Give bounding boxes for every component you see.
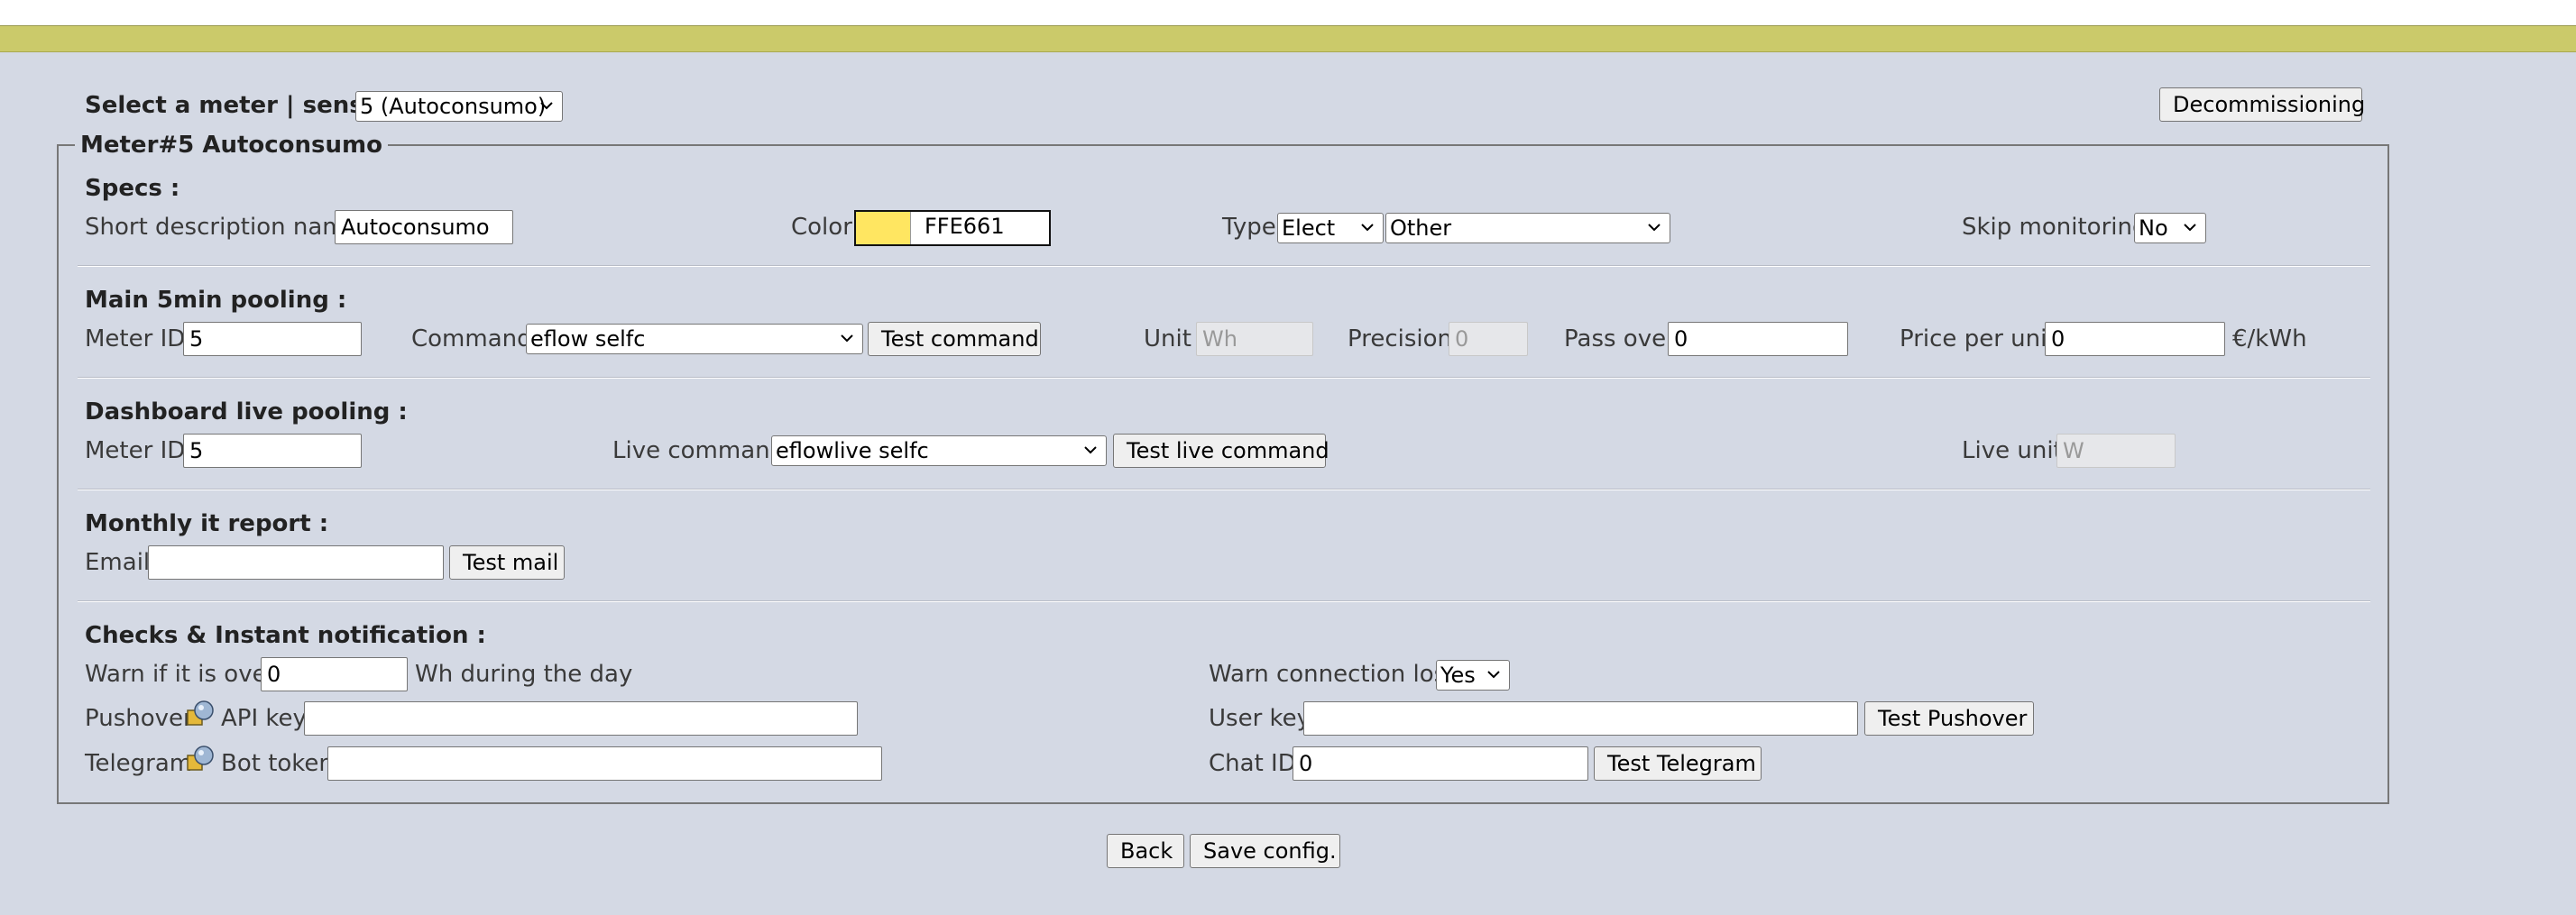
checks-heading: Checks & Instant notification : xyxy=(85,622,486,649)
warn-over-input[interactable] xyxy=(261,657,408,691)
test-telegram-button[interactable]: Test Telegram xyxy=(1594,746,1762,781)
user-key-label: User key xyxy=(1209,705,1311,732)
meter-legend: Meter#5 Autoconsumo xyxy=(75,132,388,159)
meter-id-label: Meter ID xyxy=(85,325,186,352)
subtype-select[interactable]: Other xyxy=(1385,213,1670,243)
divider xyxy=(78,377,2370,379)
live-unit-input xyxy=(2056,434,2176,468)
command-select[interactable]: eflow selfc xyxy=(526,324,863,354)
test-mail-button[interactable]: Test mail xyxy=(449,545,565,580)
color-label: Color xyxy=(791,214,852,241)
chevron-down-icon xyxy=(1081,440,1100,460)
price-per-unit-input[interactable] xyxy=(2045,322,2225,356)
precision-input xyxy=(1449,322,1528,356)
monthly-report-heading: Monthly it report : xyxy=(85,510,329,537)
meter-select-value: 5 (Autoconsumo) xyxy=(360,94,547,119)
unit-input xyxy=(1196,322,1313,356)
pass-over-label: Pass over xyxy=(1564,325,1676,352)
command-select-value: eflow selfc xyxy=(530,326,646,352)
skip-monitoring-value: No xyxy=(2139,215,2168,241)
warn-connection-lost-select[interactable]: Yes xyxy=(1436,660,1510,691)
chevron-down-icon xyxy=(1644,217,1664,237)
live-meter-id-label: Meter ID xyxy=(85,437,186,464)
chevron-down-icon xyxy=(2180,217,2200,237)
color-swatch xyxy=(856,212,911,244)
color-hex: FFE661 xyxy=(925,214,1005,239)
bot-token-input[interactable] xyxy=(327,746,882,781)
chevron-down-icon xyxy=(1484,664,1504,684)
price-per-unit-label: Price per unit xyxy=(1900,325,2056,352)
back-button[interactable]: Back xyxy=(1107,834,1184,868)
accent-bar xyxy=(0,26,2576,52)
api-key-label: API key xyxy=(221,705,307,732)
save-config-button[interactable]: Save config. xyxy=(1190,834,1340,868)
user-key-input[interactable] xyxy=(1303,701,1858,736)
pass-over-input[interactable] xyxy=(1668,322,1848,356)
warn-over-label: Warn if it is over xyxy=(85,661,277,688)
live-command-select[interactable]: eflowlive selfc xyxy=(771,435,1107,466)
type-select-value: Elect xyxy=(1282,215,1336,241)
short-description-input[interactable] xyxy=(335,210,513,244)
chevron-down-icon xyxy=(537,96,557,115)
warn-connection-lost-value: Yes xyxy=(1440,663,1476,688)
live-unit-label: Live unit xyxy=(1962,437,2063,464)
divider xyxy=(78,265,2370,267)
command-label: Command xyxy=(411,325,532,352)
live-meter-id-input[interactable] xyxy=(183,434,362,468)
email-label: Email xyxy=(85,549,151,576)
divider xyxy=(78,600,2370,602)
chat-id-label: Chat ID xyxy=(1209,750,1296,777)
skip-monitoring-select[interactable]: No xyxy=(2134,213,2206,243)
api-key-input[interactable] xyxy=(304,701,858,736)
decommissioning-button[interactable]: Decommissioning xyxy=(2159,87,2365,122)
type-label: Type xyxy=(1222,214,1276,241)
test-pushover-button[interactable]: Test Pushover xyxy=(1864,701,2034,736)
divider xyxy=(78,489,2370,490)
telegram-label: Telegram xyxy=(85,750,193,777)
specs-heading: Specs : xyxy=(85,175,180,202)
short-description-label: Short description name xyxy=(85,214,360,241)
live-pooling-heading: Dashboard live pooling : xyxy=(85,398,408,425)
warn-connection-lost-label: Warn connection lost xyxy=(1209,661,1456,688)
meter-id-input[interactable] xyxy=(183,322,362,356)
meter-select[interactable]: 5 (Autoconsumo) xyxy=(355,91,563,122)
price-unit-label: €/kWh xyxy=(2232,325,2307,352)
skip-monitoring-label: Skip monitoring xyxy=(1962,214,2148,241)
color-picker[interactable]: FFE661 xyxy=(854,210,1051,246)
chevron-down-icon xyxy=(837,328,857,348)
test-live-command-button[interactable]: Test live command xyxy=(1113,434,1329,468)
email-input[interactable] xyxy=(148,545,444,580)
pushover-label: Pushover xyxy=(85,705,193,732)
live-command-label: Live command xyxy=(612,437,786,464)
subtype-select-value: Other xyxy=(1390,215,1452,241)
help-icon[interactable] xyxy=(186,745,215,773)
bot-token-label: Bot token xyxy=(221,750,334,777)
chevron-down-icon xyxy=(1357,217,1377,237)
type-select[interactable]: Elect xyxy=(1277,213,1384,243)
unit-label: Unit xyxy=(1144,325,1191,352)
chat-id-input[interactable] xyxy=(1293,746,1588,781)
main-pooling-heading: Main 5min pooling : xyxy=(85,287,347,314)
test-command-button[interactable]: Test command xyxy=(868,322,1041,356)
help-icon[interactable] xyxy=(186,700,215,728)
warn-over-suffix: Wh during the day xyxy=(415,661,633,688)
live-command-select-value: eflowlive selfc xyxy=(776,438,929,463)
precision-label: Precision xyxy=(1348,325,1453,352)
top-bar xyxy=(0,0,2576,26)
